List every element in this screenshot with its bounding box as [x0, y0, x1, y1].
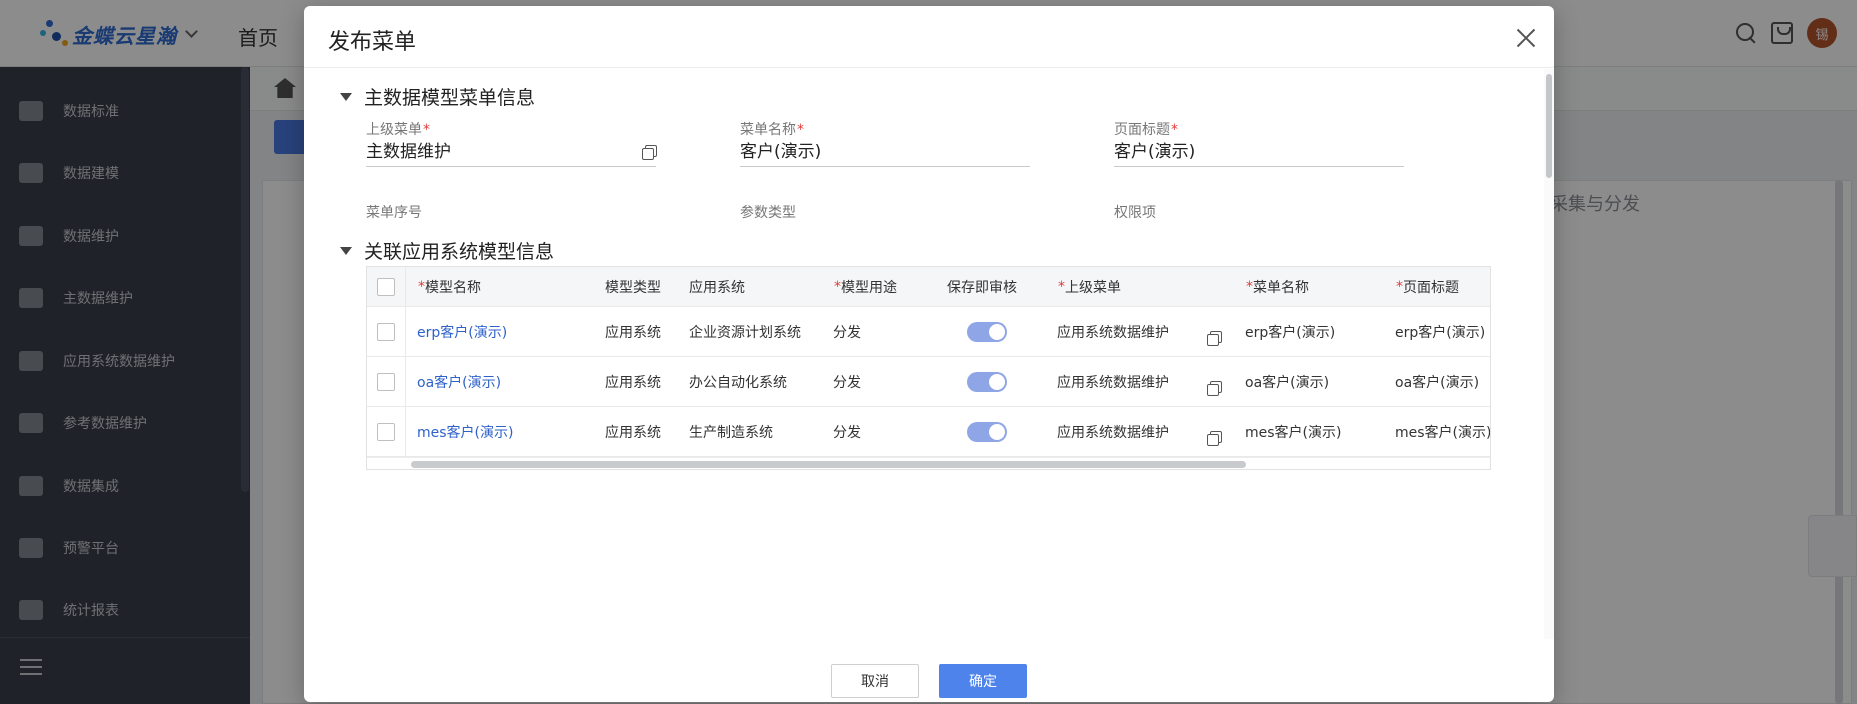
- confirm-button[interactable]: 确定: [939, 664, 1027, 698]
- cell-app-system: 生产制造系统: [689, 424, 773, 441]
- col-model-type: 模型类型: [605, 279, 661, 296]
- publish-menu-dialog: 发布菜单 主数据模型菜单信息 上级菜单* 主数据维护 菜单名称* 客户(演示) …: [304, 6, 1554, 702]
- menu-order-label: 菜单序号: [366, 205, 422, 221]
- menu-name-field: 菜单名称* 客户(演示): [740, 119, 1030, 167]
- save-audit-toggle[interactable]: [967, 371, 1007, 392]
- parent-menu-field: 上级菜单* 主数据维护: [366, 119, 657, 167]
- col-page-title: 页面标题: [1403, 279, 1459, 296]
- field-label: 菜单名称: [740, 122, 796, 138]
- row-checkbox[interactable]: [377, 322, 395, 341]
- caret-down-icon[interactable]: [340, 246, 352, 255]
- cell-parent-menu[interactable]: 应用系统数据维护: [1057, 407, 1187, 456]
- table-row[interactable]: erp客户(演示) 应用系统 企业资源计划系统 分发 应用系统数据维护 erp客…: [367, 307, 1490, 357]
- col-save-audit: 保存即审核: [947, 279, 1017, 296]
- cell-menu-name[interactable]: erp客户(演示): [1245, 307, 1385, 356]
- copy-icon[interactable]: [1207, 430, 1222, 446]
- field-label: 页面标题: [1114, 122, 1170, 138]
- permission-label: 权限项: [1114, 205, 1156, 221]
- menu-name-input[interactable]: 客户(演示): [740, 139, 1030, 167]
- cell-app-system: 办公自动化系统: [689, 374, 787, 391]
- page-title-input[interactable]: 客户(演示): [1114, 139, 1404, 167]
- dialog-header: 发布菜单: [304, 6, 1554, 68]
- select-all-checkbox[interactable]: [377, 277, 395, 296]
- model-name-link[interactable]: mes客户(演示): [417, 407, 597, 456]
- save-audit-toggle[interactable]: [967, 321, 1007, 342]
- cell-model-use: 分发: [833, 324, 861, 341]
- cell-model-type: 应用系统: [605, 324, 661, 341]
- cell-model-type: 应用系统: [605, 374, 661, 391]
- cell-menu-name[interactable]: mes客户(演示): [1245, 407, 1385, 456]
- save-audit-toggle[interactable]: [967, 421, 1007, 442]
- cell-page-title[interactable]: mes客户(演示): [1395, 407, 1490, 456]
- copy-icon[interactable]: [1207, 330, 1222, 346]
- caret-down-icon[interactable]: [340, 92, 352, 101]
- cell-app-system: 企业资源计划系统: [689, 324, 801, 341]
- screen: 金蝶云星瀚 首页 锡 数据标准 数据建模 数据维护 主数据维护 应用系统数据维护…: [0, 0, 1857, 704]
- parent-menu-input[interactable]: 主数据维护: [366, 139, 657, 167]
- field-label: 上级菜单: [366, 122, 422, 138]
- cell-menu-name[interactable]: oa客户(演示): [1245, 357, 1385, 406]
- close-icon[interactable]: [1516, 28, 1536, 48]
- table-horizontal-scrollbar[interactable]: [367, 457, 1490, 469]
- dialog-footer: 取消 确定: [304, 640, 1554, 702]
- table-row[interactable]: oa客户(演示) 应用系统 办公自动化系统 分发 应用系统数据维护 oa客户(演…: [367, 357, 1490, 407]
- section-header-app-system[interactable]: 关联应用系统模型信息: [340, 237, 554, 264]
- section-title: 主数据模型菜单信息: [364, 87, 536, 109]
- param-type-label: 参数类型: [740, 205, 796, 221]
- col-model-use: 模型用途: [841, 279, 897, 296]
- table-row[interactable]: mes客户(演示) 应用系统 生产制造系统 分发 应用系统数据维护 mes客户(…: [367, 407, 1490, 457]
- col-app-system: 应用系统: [689, 279, 745, 296]
- cell-model-use: 分发: [833, 374, 861, 391]
- col-parent-menu: 上级菜单: [1065, 279, 1121, 296]
- model-name-link[interactable]: erp客户(演示): [417, 307, 597, 356]
- cell-page-title[interactable]: erp客户(演示): [1395, 307, 1490, 356]
- col-menu-name: 菜单名称: [1253, 279, 1309, 296]
- row-checkbox[interactable]: [377, 372, 395, 391]
- page-title-field: 页面标题* 客户(演示): [1114, 119, 1404, 167]
- cell-parent-menu[interactable]: 应用系统数据维护: [1057, 307, 1187, 356]
- scrollbar-thumb[interactable]: [1546, 74, 1552, 178]
- field-value: 客户(演示): [740, 142, 822, 162]
- cancel-button[interactable]: 取消: [831, 664, 919, 698]
- section-title: 关联应用系统模型信息: [364, 241, 555, 263]
- copy-icon[interactable]: [642, 145, 657, 160]
- scrollbar-thumb[interactable]: [411, 461, 1246, 468]
- table-header: * 模型名称 模型类型 应用系统 * 模型用途 保存即审核 * 上级菜单 * 菜单名称 …: [367, 267, 1490, 307]
- section-header-master-menu[interactable]: 主数据模型菜单信息: [340, 83, 535, 110]
- app-model-table: * 模型名称 模型类型 应用系统 * 模型用途 保存即审核 * 上级菜单 * 菜单名称 …: [366, 266, 1491, 470]
- field-value: 主数据维护: [366, 142, 451, 162]
- field-value: 客户(演示): [1114, 142, 1196, 162]
- cell-page-title[interactable]: oa客户(演示): [1395, 357, 1490, 406]
- cell-model-use: 分发: [833, 424, 861, 441]
- dialog-title: 发布菜单: [328, 30, 417, 55]
- row-checkbox[interactable]: [377, 422, 395, 441]
- copy-icon[interactable]: [1207, 380, 1222, 396]
- cell-parent-menu[interactable]: 应用系统数据维护: [1057, 357, 1187, 406]
- model-name-link[interactable]: oa客户(演示): [417, 357, 597, 406]
- col-model-name: 模型名称: [425, 279, 481, 296]
- cell-model-type: 应用系统: [605, 424, 661, 441]
